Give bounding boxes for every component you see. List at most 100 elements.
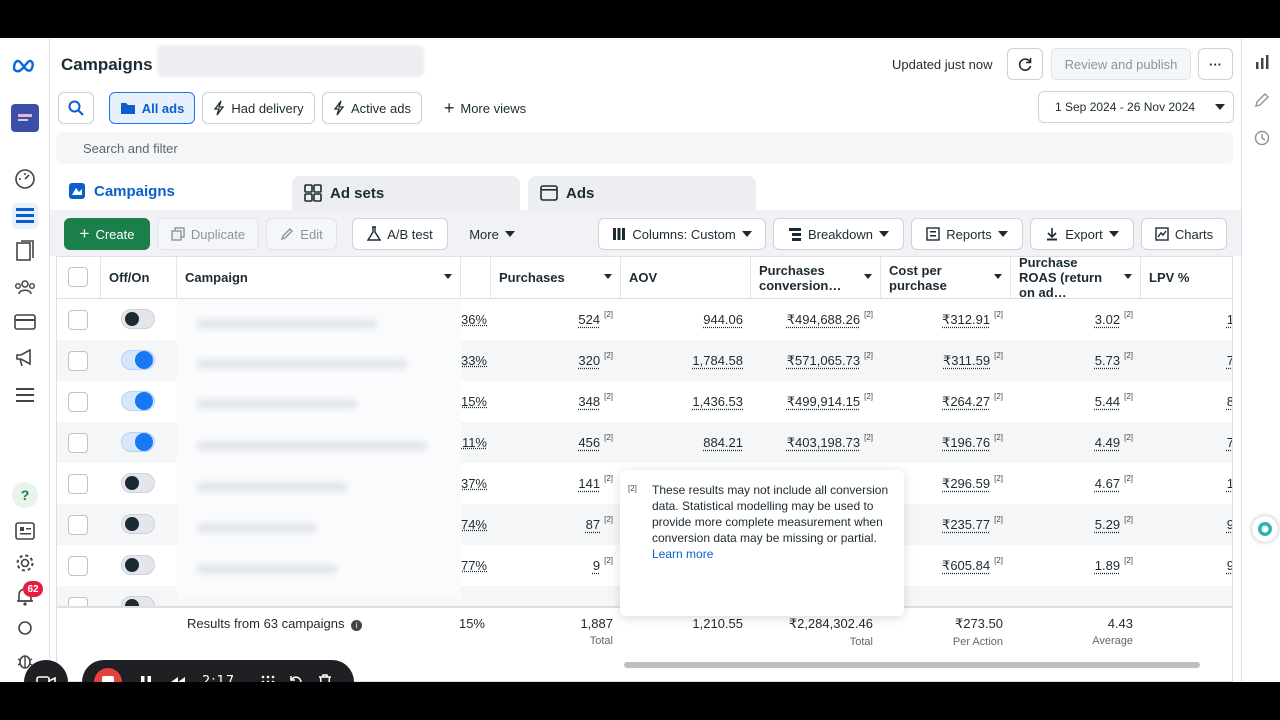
footnote-mark[interactable]: [2] bbox=[604, 392, 613, 401]
roas-cell[interactable]: 3.02 [2] bbox=[1011, 299, 1141, 340]
info-icon[interactable]: i bbox=[351, 620, 363, 631]
columns-button[interactable]: Columns: Custom bbox=[598, 218, 766, 250]
lpv-cell[interactable]: 7 bbox=[1141, 340, 1232, 381]
review-and-publish-button[interactable]: Review and publish bbox=[1051, 48, 1191, 80]
footnote-mark[interactable]: [2] bbox=[994, 515, 1003, 524]
search-circle-icon[interactable] bbox=[12, 615, 38, 641]
campaign-status-toggle[interactable] bbox=[121, 473, 155, 493]
conv-cell[interactable]: ₹403,198.73 [2] bbox=[751, 422, 881, 463]
settings-gear-icon[interactable] bbox=[12, 550, 38, 576]
row-checkbox[interactable] bbox=[68, 392, 88, 412]
footnote-mark[interactable]: [2] bbox=[864, 351, 873, 360]
footnote-mark[interactable]: [2] bbox=[994, 433, 1003, 442]
news-icon[interactable] bbox=[12, 518, 38, 544]
campaign-status-toggle[interactable] bbox=[121, 432, 155, 452]
footnote-mark[interactable]: [2] bbox=[604, 310, 613, 319]
cost-per-purchase-header[interactable]: Cost per purchase bbox=[881, 257, 1011, 299]
aov-cell[interactable]: 1,436.53 bbox=[621, 381, 751, 422]
tab-ads[interactable]: Ads bbox=[528, 176, 756, 210]
bar-chart-icon[interactable] bbox=[1252, 52, 1272, 72]
roas-cell[interactable]: 5.29 [2] bbox=[1011, 504, 1141, 545]
account-selector-redacted[interactable] bbox=[157, 45, 424, 77]
footnote-mark[interactable]: [2] bbox=[994, 351, 1003, 360]
campaign-status-toggle[interactable] bbox=[121, 555, 155, 575]
cpp-cell[interactable]: ₹196.76 [2] bbox=[881, 422, 1011, 463]
export-button[interactable]: Export bbox=[1030, 218, 1134, 250]
roas-cell[interactable]: 5.44 [2] bbox=[1011, 381, 1141, 422]
grid-handle-button[interactable] bbox=[258, 672, 278, 682]
horizontal-scrollbar[interactable] bbox=[624, 662, 1200, 668]
footnote-mark[interactable]: [2] bbox=[604, 515, 613, 524]
footnote-mark[interactable]: [2] bbox=[864, 392, 873, 401]
cpp-cell[interactable]: ₹264.27 [2] bbox=[881, 381, 1011, 422]
delete-recording-button[interactable] bbox=[315, 672, 335, 682]
rewind-button[interactable] bbox=[168, 672, 188, 682]
footnote-mark[interactable]: [2] bbox=[994, 310, 1003, 319]
tab-campaigns[interactable]: Campaigns bbox=[56, 172, 284, 210]
purchases-cell[interactable]: 9 [2] bbox=[491, 545, 621, 586]
pages-icon[interactable] bbox=[12, 238, 38, 264]
gauge-icon[interactable] bbox=[12, 166, 38, 192]
roas-cell[interactable]: 4.49 [2] bbox=[1011, 422, 1141, 463]
assistant-bubble-icon[interactable] bbox=[1252, 516, 1278, 542]
purchases-cell[interactable]: 320 [2] bbox=[491, 340, 621, 381]
footnote-mark[interactable]: [2] bbox=[604, 351, 613, 360]
lpv-cell[interactable]: 9 bbox=[1141, 545, 1232, 586]
cpp-cell[interactable]: ₹311.59 [2] bbox=[881, 340, 1011, 381]
purchase-roas-header[interactable]: Purchase ROAS (return on ad… bbox=[1011, 257, 1141, 300]
footnote-mark[interactable]: [2] bbox=[604, 433, 613, 442]
stop-recording-button[interactable] bbox=[94, 668, 122, 682]
refresh-button[interactable] bbox=[1007, 48, 1043, 80]
restart-button[interactable] bbox=[286, 672, 306, 682]
menu-icon[interactable] bbox=[12, 382, 38, 408]
row-checkbox[interactable] bbox=[68, 515, 88, 535]
reports-button[interactable]: Reports bbox=[911, 218, 1023, 250]
purchases-cell[interactable]: 141 [2] bbox=[491, 463, 621, 504]
row-checkbox[interactable] bbox=[68, 556, 88, 576]
search-and-filter-input[interactable]: Search and filter bbox=[56, 132, 1233, 164]
roas-cell[interactable]: 1.89 [2] bbox=[1011, 545, 1141, 586]
roas-cell[interactable]: 5.73 [2] bbox=[1011, 340, 1141, 381]
footnote-mark[interactable]: [2] bbox=[1124, 515, 1133, 524]
purchases-cell[interactable]: 456 [2] bbox=[491, 422, 621, 463]
lpv-cell[interactable]: 1 bbox=[1141, 299, 1232, 340]
conv-cell[interactable]: ₹499,914.15 [2] bbox=[751, 381, 881, 422]
campaign-status-toggle[interactable] bbox=[121, 514, 155, 534]
date-range-picker[interactable]: 1 Sep 2024 - 26 Nov 2024 bbox=[1038, 91, 1234, 123]
lpv-cell[interactable]: 1 bbox=[1141, 463, 1232, 504]
campaign-header[interactable]: Campaign bbox=[177, 257, 461, 299]
active-ads-view-button[interactable]: Active ads bbox=[322, 92, 422, 124]
charts-button[interactable]: Charts bbox=[1141, 218, 1227, 250]
footnote-mark[interactable]: [2] bbox=[1124, 433, 1133, 442]
more-views-button[interactable]: + More views bbox=[430, 92, 540, 124]
edit-pencil-icon[interactable] bbox=[1252, 90, 1272, 110]
conv-cell[interactable]: ₹494,688.26 [2] bbox=[751, 299, 881, 340]
row-checkbox[interactable] bbox=[68, 351, 88, 371]
purchases-cell[interactable]: 348 [2] bbox=[491, 381, 621, 422]
footnote-mark[interactable]: [2] bbox=[1124, 556, 1133, 565]
footnote-mark[interactable]: [2] bbox=[1124, 474, 1133, 483]
footnote-mark[interactable]: [2] bbox=[604, 556, 613, 565]
footnote-mark[interactable]: [2] bbox=[1124, 392, 1133, 401]
campaign-status-toggle[interactable] bbox=[121, 391, 155, 411]
aov-cell[interactable]: 884.21 bbox=[621, 422, 751, 463]
camera-toggle-button[interactable] bbox=[24, 660, 68, 682]
learn-more-link[interactable]: Learn more bbox=[652, 547, 713, 561]
duplicate-button[interactable]: Duplicate bbox=[157, 218, 259, 250]
billing-card-icon[interactable] bbox=[12, 309, 38, 335]
purchases-header[interactable]: Purchases bbox=[491, 257, 621, 299]
lpv-cell[interactable]: 9 bbox=[1141, 504, 1232, 545]
row-checkbox[interactable] bbox=[68, 310, 88, 330]
purchases-cell[interactable]: 87 [2] bbox=[491, 504, 621, 545]
footnote-mark[interactable]: [2] bbox=[1124, 351, 1133, 360]
footnote-mark[interactable]: [2] bbox=[864, 310, 873, 319]
campaigns-table-icon[interactable] bbox=[12, 203, 38, 229]
meta-logo-icon[interactable] bbox=[12, 52, 38, 78]
tab-ad-sets[interactable]: Ad sets bbox=[292, 176, 520, 210]
footnote-mark[interactable]: [2] bbox=[994, 392, 1003, 401]
aov-header[interactable]: AOV bbox=[621, 257, 751, 299]
lpv-header[interactable]: LPV % bbox=[1141, 257, 1232, 299]
off-on-header[interactable]: Off/On bbox=[101, 257, 177, 299]
footnote-mark[interactable]: [2] bbox=[1124, 310, 1133, 319]
history-clock-icon[interactable] bbox=[1252, 128, 1272, 148]
